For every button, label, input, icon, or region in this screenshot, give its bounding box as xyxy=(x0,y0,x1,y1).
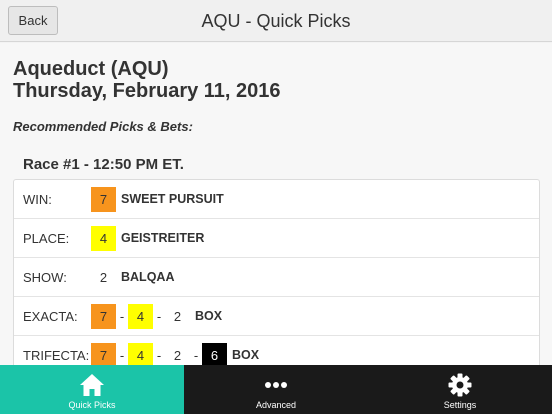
horse-number-badge: 4 xyxy=(91,225,116,251)
race-title: Race #1 - 12:50 PM ET. xyxy=(23,156,184,173)
tab-label: Quick Picks xyxy=(68,400,116,410)
pick-separator: - xyxy=(119,308,125,324)
horse-number-badge: 4 xyxy=(128,303,153,329)
bet-type-label: TRIFECTA: xyxy=(23,347,90,363)
tab-settings[interactable]: Settings xyxy=(368,365,552,414)
horse-number-badge: 7 xyxy=(91,186,116,212)
bet-modifier: BOX xyxy=(195,309,223,323)
bet-row: EXACTA: 7-4-2 BOX xyxy=(14,297,539,336)
nav-bar: Back AQU - Quick Picks xyxy=(0,0,552,42)
horse-number-badge: 7 xyxy=(91,303,116,329)
horse-number-badge: 2 xyxy=(91,264,116,290)
bet-selection: 7-4-2 BOX xyxy=(91,303,223,329)
bet-row: TRIFECTA: 7-4-2-6 BOX xyxy=(14,336,539,365)
bet-type-label: WIN: xyxy=(23,191,52,207)
track-name: Aqueduct (AQU) xyxy=(13,58,169,80)
bet-row: PLACE: 4 GEISTREITER xyxy=(14,219,539,258)
recommended-label: Recommended Picks & Bets: xyxy=(13,119,193,134)
back-button[interactable]: Back xyxy=(8,6,58,35)
bet-type-label: EXACTA: xyxy=(23,308,78,324)
horse-name: SWEET PURSUIT xyxy=(121,192,224,206)
pick-separator: - xyxy=(156,308,162,324)
bet-row: WIN: 7 SWEET PURSUIT xyxy=(14,180,539,219)
bet-modifier: BOX xyxy=(232,348,260,362)
horse-number-badge: 4 xyxy=(128,342,153,365)
horse-name: GEISTREITER xyxy=(121,231,205,245)
bets-table: WIN: 7 SWEET PURSUIT PLACE: 4 GEISTREITER SHOW… xyxy=(13,179,540,365)
more-icon xyxy=(265,382,287,388)
horse-number-badge: 2 xyxy=(165,303,190,329)
page-title: AQU - Quick Picks xyxy=(201,11,351,31)
race-date: Thursday, February 11, 2016 xyxy=(13,80,281,102)
horse-number-badge: 6 xyxy=(202,342,227,365)
horse-number-badge: 2 xyxy=(165,342,190,365)
pick-separator: - xyxy=(193,347,199,363)
gear-icon xyxy=(448,373,472,397)
pick-separator: - xyxy=(156,347,162,363)
tab-advanced[interactable]: Advanced xyxy=(184,365,368,414)
bet-row: SHOW: 2 BALQAA xyxy=(14,258,539,297)
tab-label: Advanced xyxy=(255,400,297,410)
main-content[interactable]: Aqueduct (AQU) Thursday, February 11, 20… xyxy=(0,43,552,365)
tab-bar: Quick Picks Advanced Settings xyxy=(0,365,552,414)
tab-label: Settings xyxy=(443,400,477,410)
bet-selection: 4 GEISTREITER xyxy=(91,225,205,251)
horse-name: BALQAA xyxy=(121,270,175,284)
bet-selection: 2 BALQAA xyxy=(91,264,175,290)
pick-separator: - xyxy=(119,347,125,363)
home-icon xyxy=(80,374,104,396)
horse-number-badge: 7 xyxy=(91,342,116,365)
bet-selection: 7-4-2-6 BOX xyxy=(91,342,260,365)
bet-selection: 7 SWEET PURSUIT xyxy=(91,186,224,212)
tab-quick-picks[interactable]: Quick Picks xyxy=(0,365,184,414)
bet-type-label: SHOW: xyxy=(23,269,67,285)
bet-type-label: PLACE: xyxy=(23,230,70,246)
